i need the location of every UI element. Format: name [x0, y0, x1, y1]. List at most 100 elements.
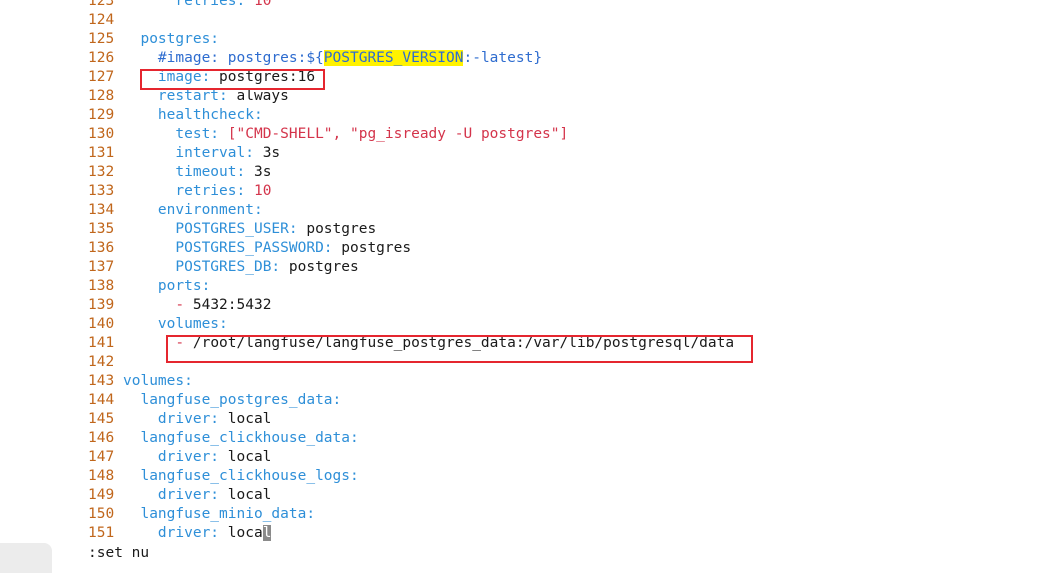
code-token: 10	[245, 183, 272, 199]
code-token: langfuse_clickhouse_data:	[140, 430, 359, 446]
code-token: restart:	[157, 88, 228, 104]
code-token: postgres	[297, 221, 377, 237]
line-number: 144	[88, 392, 115, 408]
line-number: 124	[88, 12, 115, 28]
code-line[interactable]: 149 driver: local	[0, 486, 1056, 505]
command-line[interactable]: :set nu	[88, 543, 149, 563]
line-number: 128	[88, 88, 115, 104]
line-number: 129	[88, 107, 115, 123]
code-line[interactable]: 133 retries: 10	[0, 182, 1056, 201]
code-token: local	[219, 411, 272, 427]
code-line[interactable]: 123 retries: 10	[0, 0, 1056, 11]
code-line[interactable]: 144 langfuse_postgres_data:	[0, 391, 1056, 410]
code-line[interactable]: 136 POSTGRES_PASSWORD: postgres	[0, 239, 1056, 258]
line-content: retries: 10	[123, 182, 271, 201]
code-token: langfuse_minio_data:	[140, 506, 316, 522]
line-content: volumes:	[123, 315, 228, 334]
line-number: 151	[88, 525, 115, 541]
code-line[interactable]: 146 langfuse_clickhouse_data:	[0, 429, 1056, 448]
line-content: driver: local	[123, 524, 272, 543]
code-token: loca	[219, 525, 263, 541]
code-line[interactable]: 124	[0, 11, 1056, 30]
code-line[interactable]: 135 POSTGRES_USER: postgres	[0, 220, 1056, 239]
line-content: driver: local	[123, 410, 272, 429]
line-content: langfuse_clickhouse_logs:	[123, 467, 359, 486]
code-line[interactable]: 131 interval: 3s	[0, 144, 1056, 163]
code-line[interactable]: 148 langfuse_clickhouse_logs:	[0, 467, 1056, 486]
code-token: volumes:	[157, 316, 228, 332]
code-line[interactable]: 151 driver: local	[0, 524, 1056, 543]
code-token: 5432:5432	[184, 297, 272, 313]
line-content: timeout: 3s	[123, 163, 271, 182]
line-number: 148	[88, 468, 115, 484]
code-line[interactable]: 139 - 5432:5432	[0, 296, 1056, 315]
code-token: local	[219, 449, 272, 465]
code-line[interactable]: 125 postgres:	[0, 30, 1056, 49]
line-number: 139	[88, 297, 115, 313]
line-number: 132	[88, 164, 115, 180]
line-number: 145	[88, 411, 115, 427]
code-line[interactable]: 147 driver: local	[0, 448, 1056, 467]
code-line[interactable]: 130 test: ["CMD-SHELL", "pg_isready -U p…	[0, 125, 1056, 144]
line-number: 137	[88, 259, 115, 275]
code-token: #image: postgres:${	[157, 50, 324, 66]
code-line[interactable]: 134 environment:	[0, 201, 1056, 220]
line-number: 138	[88, 278, 115, 294]
line-content: driver: local	[123, 486, 272, 505]
code-line[interactable]: 138 ports:	[0, 277, 1056, 296]
line-number: 142	[88, 354, 115, 370]
annotation-box-volume	[166, 335, 753, 363]
line-content: test: ["CMD-SHELL", "pg_isready -U postg…	[123, 125, 568, 144]
code-token: test:	[175, 126, 220, 142]
line-content: POSTGRES_USER: postgres	[123, 220, 376, 239]
code-token: interval:	[175, 145, 254, 161]
line-content: postgres:	[123, 30, 219, 49]
line-number: 150	[88, 506, 115, 522]
line-content: langfuse_clickhouse_data:	[123, 429, 359, 448]
line-number: 130	[88, 126, 115, 142]
code-line[interactable]: 137 POSTGRES_DB: postgres	[0, 258, 1056, 277]
code-token: postgres	[332, 240, 412, 256]
scroll-tab[interactable]	[0, 543, 52, 573]
code-line[interactable]: 145 driver: local	[0, 410, 1056, 429]
line-content: ports:	[123, 277, 210, 296]
line-number: 134	[88, 202, 115, 218]
code-token: 3s	[245, 164, 272, 180]
line-content: langfuse_postgres_data:	[123, 391, 341, 410]
code-token: :-latest}	[463, 50, 543, 66]
code-token: POSTGRES_VERSION	[323, 50, 464, 66]
code-line[interactable]: 150 langfuse_minio_data:	[0, 505, 1056, 524]
code-token: 10	[245, 0, 272, 9]
line-content: POSTGRES_PASSWORD: postgres	[123, 239, 411, 258]
code-token: langfuse_postgres_data:	[140, 392, 342, 408]
line-content: environment:	[123, 201, 263, 220]
code-token: healthcheck:	[157, 107, 263, 123]
line-number: 141	[88, 335, 115, 351]
code-line[interactable]: 143 volumes:	[0, 372, 1056, 391]
code-line[interactable]: 132 timeout: 3s	[0, 163, 1056, 182]
code-line[interactable]: 140 volumes:	[0, 315, 1056, 334]
code-line[interactable]: 129 healthcheck:	[0, 106, 1056, 125]
code-line[interactable]: 126 #image: postgres:${POSTGRES_VERSION:…	[0, 49, 1056, 68]
code-token: langfuse_clickhouse_logs:	[140, 468, 359, 484]
line-number: 143	[88, 373, 115, 389]
text-cursor: l	[262, 525, 272, 541]
code-token: retries:	[175, 183, 246, 199]
line-number: 135	[88, 221, 115, 237]
code-token: postgres	[280, 259, 359, 275]
line-content: #image: postgres:${POSTGRES_VERSION:-lat…	[123, 49, 542, 68]
